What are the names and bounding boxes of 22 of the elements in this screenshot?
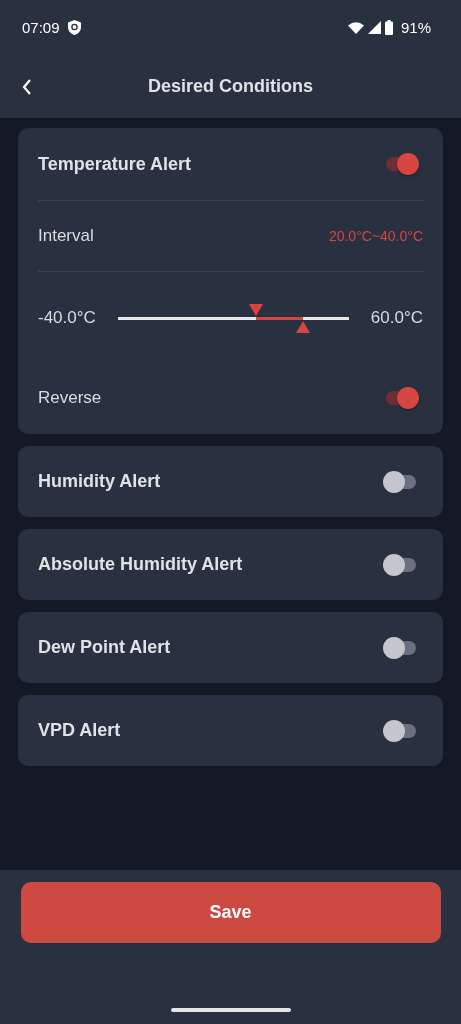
min-value: -40.0°C [38,308,96,328]
battery-icon [384,20,393,35]
alert-title: Dew Point Alert [38,637,171,658]
signal-icon [367,21,381,34]
slider-handle[interactable] [249,303,264,316]
clock-time: 07:09 [22,19,60,36]
max-value: 60.0°C [370,308,423,328]
screen-title: Desired Conditions [148,76,313,96]
back-icon [22,78,32,95]
alert-title: Humidity Alert [38,471,161,492]
slider-handle[interactable] [295,320,310,333]
battery-level: 91% [400,19,431,36]
selected-range [256,316,303,320]
wifi-icon [347,21,364,34]
alert-title: VPD Alert [38,720,121,741]
alert-title: Absolute Humidity Alert [38,554,243,575]
save-button[interactable]: Save [20,882,441,943]
alert-title: Temperature Alert [38,153,192,175]
interval-value: 20.0°C~40.0°C [328,228,423,244]
reverse-label: Reverse [38,388,102,408]
shield-icon [67,20,81,35]
interval-label: Interval [38,226,94,246]
